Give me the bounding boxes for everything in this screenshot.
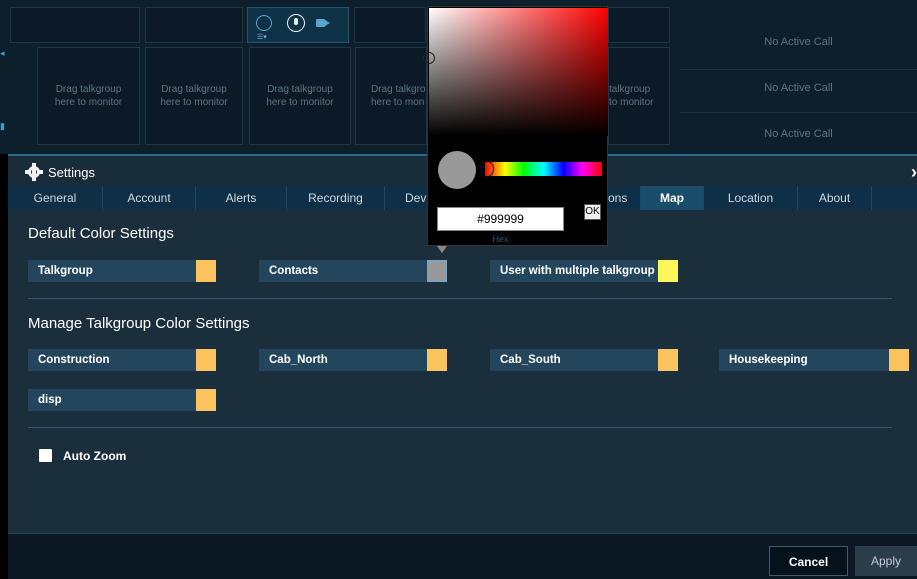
monitor-slot[interactable]: [10, 7, 140, 43]
auto-zoom-checkbox[interactable]: [39, 449, 52, 462]
section-divider: [28, 298, 892, 299]
saturation-value-area[interactable]: [423, 8, 608, 136]
color-row-label: Cab_South: [500, 354, 561, 366]
color-preview: [438, 151, 476, 189]
tab-alerts[interactable]: Alerts: [196, 186, 287, 210]
color-row-label: disp: [38, 394, 62, 406]
call-panel: No Active Call No Active Call No Active …: [680, 0, 917, 154]
color-row-label: Talkgroup: [38, 265, 93, 277]
monitor-slot[interactable]: Drag talkgro here to mon: [355, 47, 427, 145]
color-picker: OK Hex: [423, 6, 608, 246]
tab-notifications[interactable]: ons: [608, 186, 641, 210]
gear-icon: [28, 163, 40, 181]
monitor-slot[interactable]: Drag talkgroup here to monitor: [249, 47, 351, 145]
monitor-slot[interactable]: [608, 7, 670, 43]
apply-button[interactable]: Apply: [855, 546, 917, 576]
color-swatch[interactable]: [196, 389, 216, 411]
call-divider: [680, 69, 917, 70]
hex-label: Hex: [492, 234, 509, 244]
color-row-contacts: Contacts: [259, 260, 447, 282]
drag-hint: Drag talkgroup here to monitor: [54, 84, 123, 108]
tab-location[interactable]: Location: [704, 186, 798, 210]
hex-input[interactable]: [437, 207, 564, 231]
monitor-slot[interactable]: [145, 7, 243, 43]
color-row-label: User with multiple talkgroup: [500, 265, 655, 277]
list-icon[interactable]: ☰▾: [257, 33, 267, 41]
manage-color-heading: Manage Talkgroup Color Settings: [28, 315, 250, 332]
drag-hint: Drag talkgro here to mon: [371, 84, 426, 108]
hue-cursor[interactable]: [481, 161, 494, 177]
side-handle-icon[interactable]: ▮: [0, 121, 5, 132]
color-row-label: Construction: [38, 354, 110, 366]
auto-zoom-label: Auto Zoom: [63, 449, 127, 463]
monitor-slot[interactable]: [354, 7, 426, 43]
call-status: No Active Call: [764, 128, 833, 140]
tab-about[interactable]: About: [798, 186, 872, 210]
monitor-slot[interactable]: Drag talkgroup here to monitor: [145, 47, 243, 145]
drag-hint: talkgroup to monitor: [609, 84, 654, 108]
color-swatch[interactable]: [658, 260, 678, 282]
color-swatch[interactable]: [427, 349, 447, 371]
cancel-button[interactable]: Cancel: [769, 546, 848, 576]
picker-caret: [437, 246, 447, 253]
color-row-cab-south: Cab_South: [490, 349, 678, 371]
color-row-label: Housekeeping: [729, 354, 808, 366]
settings-footer: Cancel Apply: [8, 533, 917, 579]
color-row-label: Cab_North: [269, 354, 328, 366]
default-color-heading: Default Color Settings: [28, 225, 174, 242]
color-row-disp: disp: [28, 389, 216, 411]
color-row-construction: Construction: [28, 349, 216, 371]
call-divider: [680, 112, 917, 113]
color-row-housekeeping: Housekeeping: [719, 349, 909, 371]
left-strip: ◂ ▮: [0, 0, 8, 154]
settings-title: Settings: [48, 165, 95, 180]
tab-devices[interactable]: Dev: [385, 186, 429, 210]
tab-map[interactable]: Map: [641, 186, 704, 210]
drag-hint: Drag talkgroup here to monitor: [160, 84, 228, 108]
color-swatch[interactable]: [427, 260, 447, 282]
call-status: No Active Call: [764, 36, 833, 48]
drag-hint: Drag talkgroup here to monitor: [266, 84, 334, 108]
ok-button[interactable]: OK: [584, 204, 601, 220]
color-row-cab-north: Cab_North: [259, 349, 447, 371]
color-swatch[interactable]: [196, 349, 216, 371]
monitor-slot[interactable]: talkgroup to monitor: [608, 47, 670, 145]
circle-icon[interactable]: [256, 15, 272, 31]
section-divider: [28, 427, 892, 428]
color-row-multi-talkgroup: User with multiple talkgroup: [490, 260, 678, 282]
speaker-icon: ◂: [0, 48, 5, 58]
hue-slider[interactable]: [481, 161, 602, 177]
tab-general[interactable]: General: [8, 186, 103, 210]
monitor-slot[interactable]: Drag talkgroup here to monitor: [37, 47, 140, 145]
active-monitor-slot[interactable]: ☰▾: [247, 7, 349, 43]
tab-account[interactable]: Account: [103, 186, 196, 210]
video-icon[interactable]: [316, 19, 330, 27]
close-icon[interactable]: ›: [911, 162, 917, 183]
color-swatch[interactable]: [196, 260, 216, 282]
color-row-label: Contacts: [269, 265, 319, 277]
tab-recording[interactable]: Recording: [287, 186, 385, 210]
color-swatch[interactable]: [889, 349, 909, 371]
sv-cursor[interactable]: [423, 52, 435, 64]
mic-icon[interactable]: [287, 14, 305, 32]
call-status: No Active Call: [764, 82, 833, 94]
color-row-talkgroup: Talkgroup: [28, 260, 216, 282]
color-swatch[interactable]: [658, 349, 678, 371]
